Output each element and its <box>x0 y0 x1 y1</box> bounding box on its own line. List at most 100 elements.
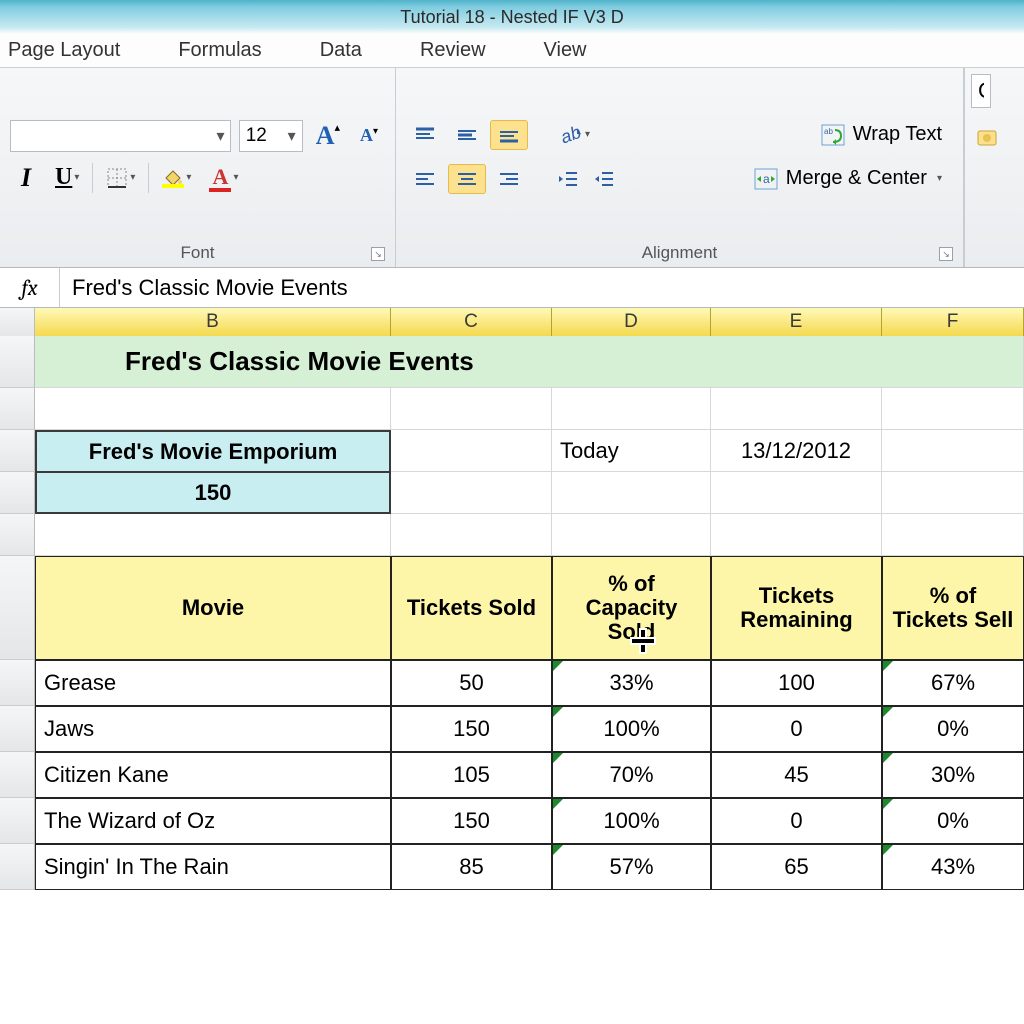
cell[interactable] <box>882 472 1024 514</box>
fx-icon[interactable]: fx <box>0 268 60 307</box>
cell[interactable] <box>882 430 1024 472</box>
row-header[interactable] <box>0 706 35 752</box>
align-left-button[interactable] <box>406 164 444 194</box>
cell[interactable] <box>882 514 1024 556</box>
align-bottom-button[interactable] <box>490 120 528 150</box>
cell-title[interactable]: Fred's Classic Movie Events <box>35 336 1024 388</box>
cell-remaining[interactable]: 65 <box>711 844 882 890</box>
cell-sold[interactable]: 150 <box>391 706 552 752</box>
cell[interactable] <box>35 514 391 556</box>
cell-today-value[interactable]: 13/12/2012 <box>711 430 882 472</box>
cell-remaining[interactable]: 0 <box>711 798 882 844</box>
cell[interactable] <box>35 388 391 430</box>
col-header-b[interactable]: B <box>35 308 391 337</box>
cell-emporium[interactable]: Fred's Movie Emporium <box>35 430 391 472</box>
alignment-dialog-launcher[interactable]: ↘ <box>939 247 953 261</box>
align-center-button[interactable] <box>448 164 486 194</box>
cell[interactable] <box>552 514 711 556</box>
font-color-button[interactable]: A ▾ <box>204 162 243 194</box>
grow-font-button[interactable]: A▴ <box>311 120 345 152</box>
cell-movie[interactable]: Singin' In The Rain <box>35 844 391 890</box>
col-header-d[interactable]: D <box>552 308 711 337</box>
cell[interactable] <box>882 388 1024 430</box>
header-sold[interactable]: Tickets Sold <box>391 556 552 660</box>
cell-sold[interactable]: 50 <box>391 660 552 706</box>
cell-pct-sell[interactable]: 0% <box>882 706 1024 752</box>
cell-sold[interactable]: 105 <box>391 752 552 798</box>
header-remaining[interactable]: Tickets Remaining <box>711 556 882 660</box>
tab-page-layout[interactable]: Page Layout <box>6 35 122 66</box>
accounting-format-button[interactable] <box>971 122 1003 154</box>
row-header[interactable] <box>0 472 35 514</box>
row-header[interactable] <box>0 430 35 472</box>
tab-view[interactable]: View <box>542 35 589 66</box>
row-header[interactable] <box>0 752 35 798</box>
number-format-combo[interactable] <box>971 74 991 108</box>
cell-today-label[interactable]: Today <box>552 430 711 472</box>
cell-movie[interactable]: The Wizard of Oz <box>35 798 391 844</box>
number-format-input[interactable] <box>972 78 990 104</box>
row-header[interactable] <box>0 336 35 388</box>
col-header-e[interactable]: E <box>711 308 882 337</box>
cell-pct-sell[interactable]: 67% <box>882 660 1024 706</box>
font-name-input[interactable] <box>11 125 211 147</box>
underline-button[interactable]: U▾ <box>50 162 84 194</box>
align-middle-button[interactable] <box>448 120 486 150</box>
header-movie[interactable]: Movie <box>35 556 391 660</box>
cell[interactable] <box>391 430 552 472</box>
row-header[interactable] <box>0 514 35 556</box>
cell[interactable] <box>552 472 711 514</box>
cell-pct-sell[interactable]: 0% <box>882 798 1024 844</box>
row-header[interactable] <box>0 660 35 706</box>
increase-indent-button[interactable] <box>588 163 620 195</box>
tab-review[interactable]: Review <box>418 35 488 66</box>
formula-value[interactable]: Fred's Classic Movie Events <box>60 275 1024 301</box>
cell[interactable] <box>711 388 882 430</box>
header-pct-sell[interactable]: % of Tickets Sell <box>882 556 1024 660</box>
cell-pct-cap[interactable]: 70% <box>552 752 711 798</box>
borders-button[interactable]: ▾ <box>101 162 140 194</box>
cell[interactable] <box>552 388 711 430</box>
italic-button[interactable]: I <box>10 162 42 194</box>
row-header[interactable] <box>0 798 35 844</box>
fill-color-button[interactable]: ▾ <box>157 162 196 194</box>
row-header[interactable] <box>0 388 35 430</box>
cell-sold[interactable]: 85 <box>391 844 552 890</box>
font-name-combo[interactable]: ▾ <box>10 120 231 152</box>
row-header[interactable] <box>0 844 35 890</box>
font-size-input[interactable] <box>240 125 282 147</box>
chevron-down-icon[interactable]: ▾ <box>282 126 302 146</box>
cell-pct-cap[interactable]: 100% <box>552 706 711 752</box>
select-all-corner[interactable] <box>0 308 35 337</box>
cell-remaining[interactable]: 0 <box>711 706 882 752</box>
col-header-f[interactable]: F <box>882 308 1024 337</box>
shrink-font-button[interactable]: A▾ <box>353 120 385 152</box>
orientation-button[interactable]: ab ▾ <box>552 119 595 151</box>
cell[interactable] <box>391 472 552 514</box>
align-right-button[interactable] <box>490 164 528 194</box>
cell-pct-sell[interactable]: 43% <box>882 844 1024 890</box>
cell[interactable] <box>711 514 882 556</box>
header-pct-cap[interactable]: % of Capacity Sold <box>552 556 711 660</box>
cell-movie[interactable]: Jaws <box>35 706 391 752</box>
tab-formulas[interactable]: Formulas <box>176 35 263 66</box>
cell-pct-cap[interactable]: 57% <box>552 844 711 890</box>
font-dialog-launcher[interactable]: ↘ <box>371 247 385 261</box>
cell-movie[interactable]: Grease <box>35 660 391 706</box>
cell-remaining[interactable]: 45 <box>711 752 882 798</box>
col-header-c[interactable]: C <box>391 308 552 337</box>
cell-capacity[interactable]: 150 <box>35 472 391 514</box>
tab-data[interactable]: Data <box>318 35 364 66</box>
wrap-text-button[interactable]: ab Wrap Text <box>810 118 953 152</box>
cell-pct-sell[interactable]: 30% <box>882 752 1024 798</box>
merge-center-button[interactable]: a Merge & Center ▾ <box>743 162 953 196</box>
cell-remaining[interactable]: 100 <box>711 660 882 706</box>
cell-pct-cap[interactable]: 100% <box>552 798 711 844</box>
row-header[interactable] <box>0 556 35 660</box>
cell[interactable] <box>391 514 552 556</box>
cell-sold[interactable]: 150 <box>391 798 552 844</box>
decrease-indent-button[interactable] <box>552 163 584 195</box>
chevron-down-icon[interactable]: ▾ <box>211 126 229 146</box>
align-top-button[interactable] <box>406 120 444 150</box>
font-size-combo[interactable]: ▾ <box>239 120 303 152</box>
